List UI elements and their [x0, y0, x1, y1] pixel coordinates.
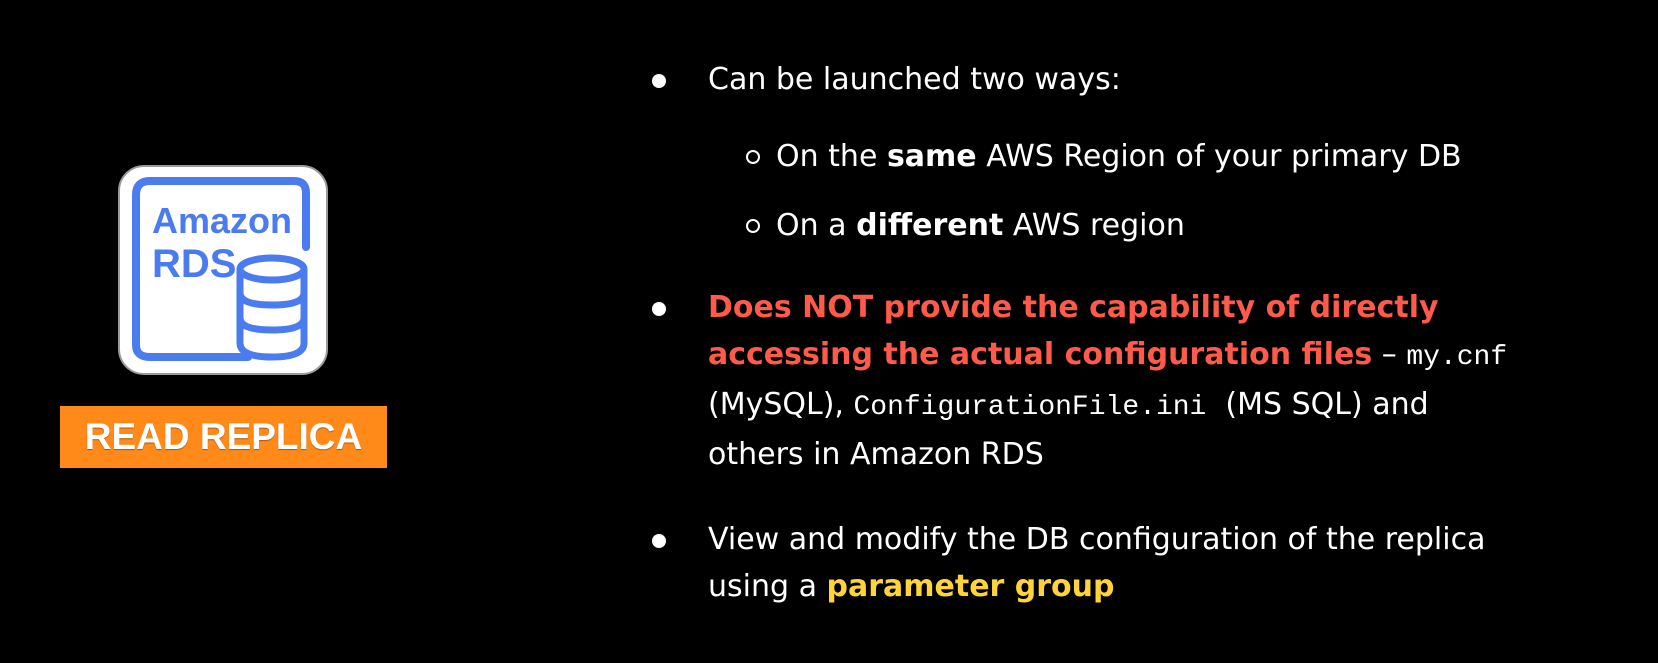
read-replica-badge: READ REPLICA [60, 406, 387, 468]
sub2-post: AWS region [1003, 208, 1185, 243]
logo-line1: Amazon [152, 200, 292, 241]
badge-label: READ REPLICA [84, 416, 363, 457]
sub-bullet-ring [746, 150, 760, 164]
logo-line2: RDS [152, 242, 236, 286]
config-mid2: (MS SQL) and [1206, 387, 1429, 422]
bullet-text: Does NOT provide the capability of direc… [708, 284, 1588, 478]
sub1-post: AWS Region of your primary DB [976, 139, 1462, 174]
code-configuration-file: ConfigurationFile.ini [853, 392, 1207, 423]
bullet-text: Can be launched two ways: [708, 62, 1121, 97]
bullet-dot [652, 302, 666, 316]
sub2-bold: different [856, 208, 1004, 243]
bullet-dot [652, 534, 666, 548]
database-icon: Amazon RDS [132, 177, 310, 361]
config-warning-line2: accessing the actual configuration files [708, 337, 1373, 372]
bullet-text: View and modify the DB configuration of … [708, 516, 1588, 610]
config-mid1: (MySQL), [708, 387, 854, 422]
sub2-pre: On a [776, 208, 857, 243]
code-my-cnf: my.cnf [1406, 342, 1508, 373]
param-pre: using a [708, 569, 827, 604]
sub1-pre: On the [776, 139, 887, 174]
sub-bullet-text: On the same AWS Region of your primary D… [776, 133, 1462, 180]
config-warning-line1: Does NOT provide the capability of direc… [708, 290, 1439, 325]
sub-bullet-ring [746, 219, 760, 233]
bullet-dot [652, 74, 666, 88]
parameter-group-highlight: parameter group [826, 569, 1115, 604]
param-line1: View and modify the DB configuration of … [708, 522, 1486, 557]
sub-bullet-text: On a different AWS region [776, 202, 1185, 249]
config-dash: – [1372, 337, 1407, 372]
sub1-bold: same [886, 139, 977, 174]
amazon-rds-logo: Amazon RDS [118, 165, 328, 375]
config-tail: others in Amazon RDS [708, 437, 1044, 472]
